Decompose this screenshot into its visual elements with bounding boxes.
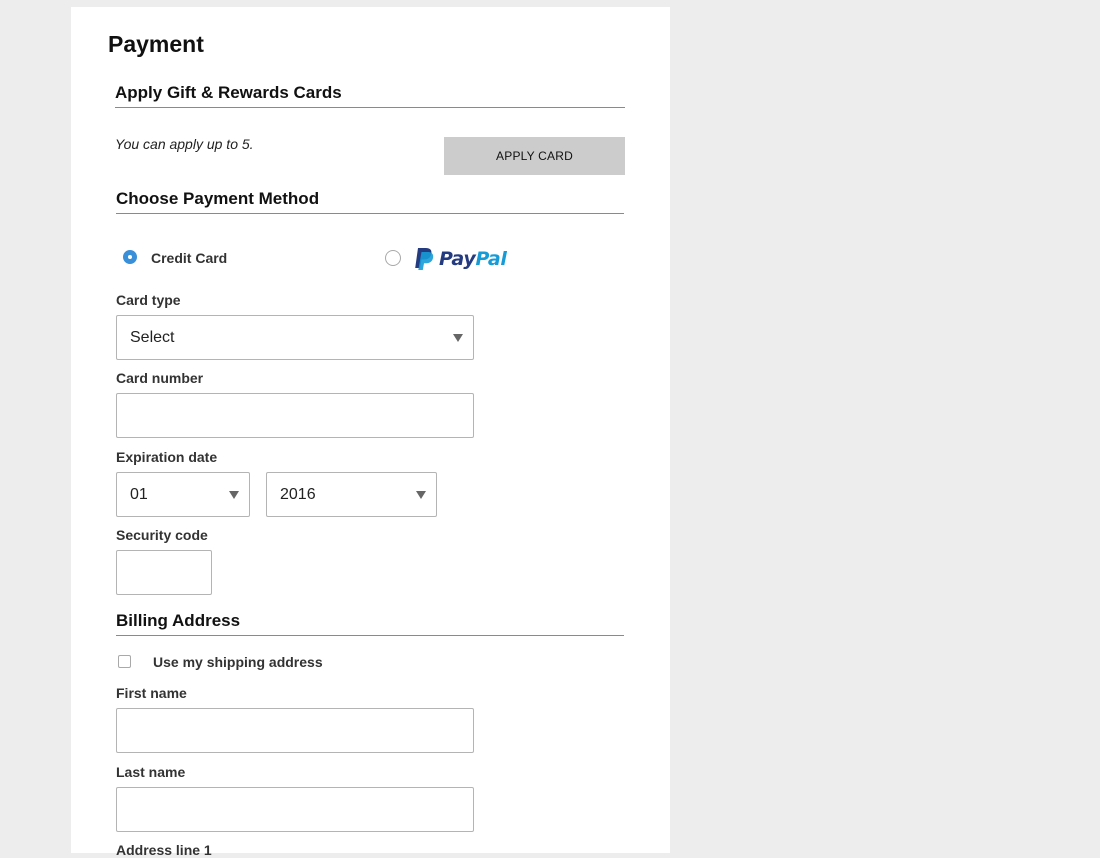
expiration-month-select[interactable]: 01 [116, 472, 250, 517]
use-shipping-address-label[interactable]: Use my shipping address [153, 654, 323, 670]
gift-cards-section-title: Apply Gift & Rewards Cards [115, 83, 342, 102]
credit-card-label[interactable]: Credit Card [151, 250, 227, 266]
payment-method-divider [116, 213, 624, 214]
credit-card-option[interactable]: Credit Card [123, 250, 243, 268]
apply-card-button[interactable]: APPLY CARD [444, 137, 625, 175]
card-number-input[interactable] [116, 393, 474, 438]
expiration-date-label: Expiration date [116, 449, 218, 465]
card-number-label: Card number [116, 370, 204, 386]
chevron-down-icon [229, 490, 239, 499]
security-code-label: Security code [116, 527, 208, 543]
payment-panel: Payment Apply Gift & Rewards Cards You c… [71, 7, 670, 858]
first-name-input[interactable] [116, 708, 474, 753]
card-type-value: Select [130, 328, 175, 346]
credit-card-radio[interactable] [123, 250, 137, 264]
paypal-wordmark: PayPal [439, 248, 507, 270]
chevron-down-icon [416, 490, 426, 499]
address-line-1-label: Address line 1 [116, 842, 212, 858]
first-name-label: First name [116, 685, 187, 701]
chevron-down-icon [453, 333, 463, 342]
paypal-logo[interactable]: PayPal [413, 247, 507, 271]
expiration-year-select[interactable]: 2016 [266, 472, 437, 517]
page-title: Payment [108, 31, 204, 57]
billing-address-section-title: Billing Address [116, 611, 241, 630]
card-type-select[interactable]: Select [116, 315, 474, 360]
card-type-label: Card type [116, 292, 181, 308]
payment-method-section-title: Choose Payment Method [116, 189, 320, 208]
paypal-icon [415, 248, 434, 270]
use-shipping-address-checkbox[interactable] [118, 655, 131, 668]
last-name-label: Last name [116, 764, 186, 780]
security-code-input[interactable] [116, 550, 212, 595]
expiration-month-value: 01 [130, 485, 148, 503]
gift-cards-divider [115, 107, 625, 108]
billing-address-divider [116, 635, 624, 636]
gift-cards-hint: You can apply up to 5. [115, 136, 254, 152]
paypal-option[interactable]: PayPal [384, 247, 534, 273]
paypal-radio[interactable] [385, 250, 401, 266]
last-name-input[interactable] [116, 787, 474, 832]
expiration-year-value: 2016 [280, 485, 316, 503]
